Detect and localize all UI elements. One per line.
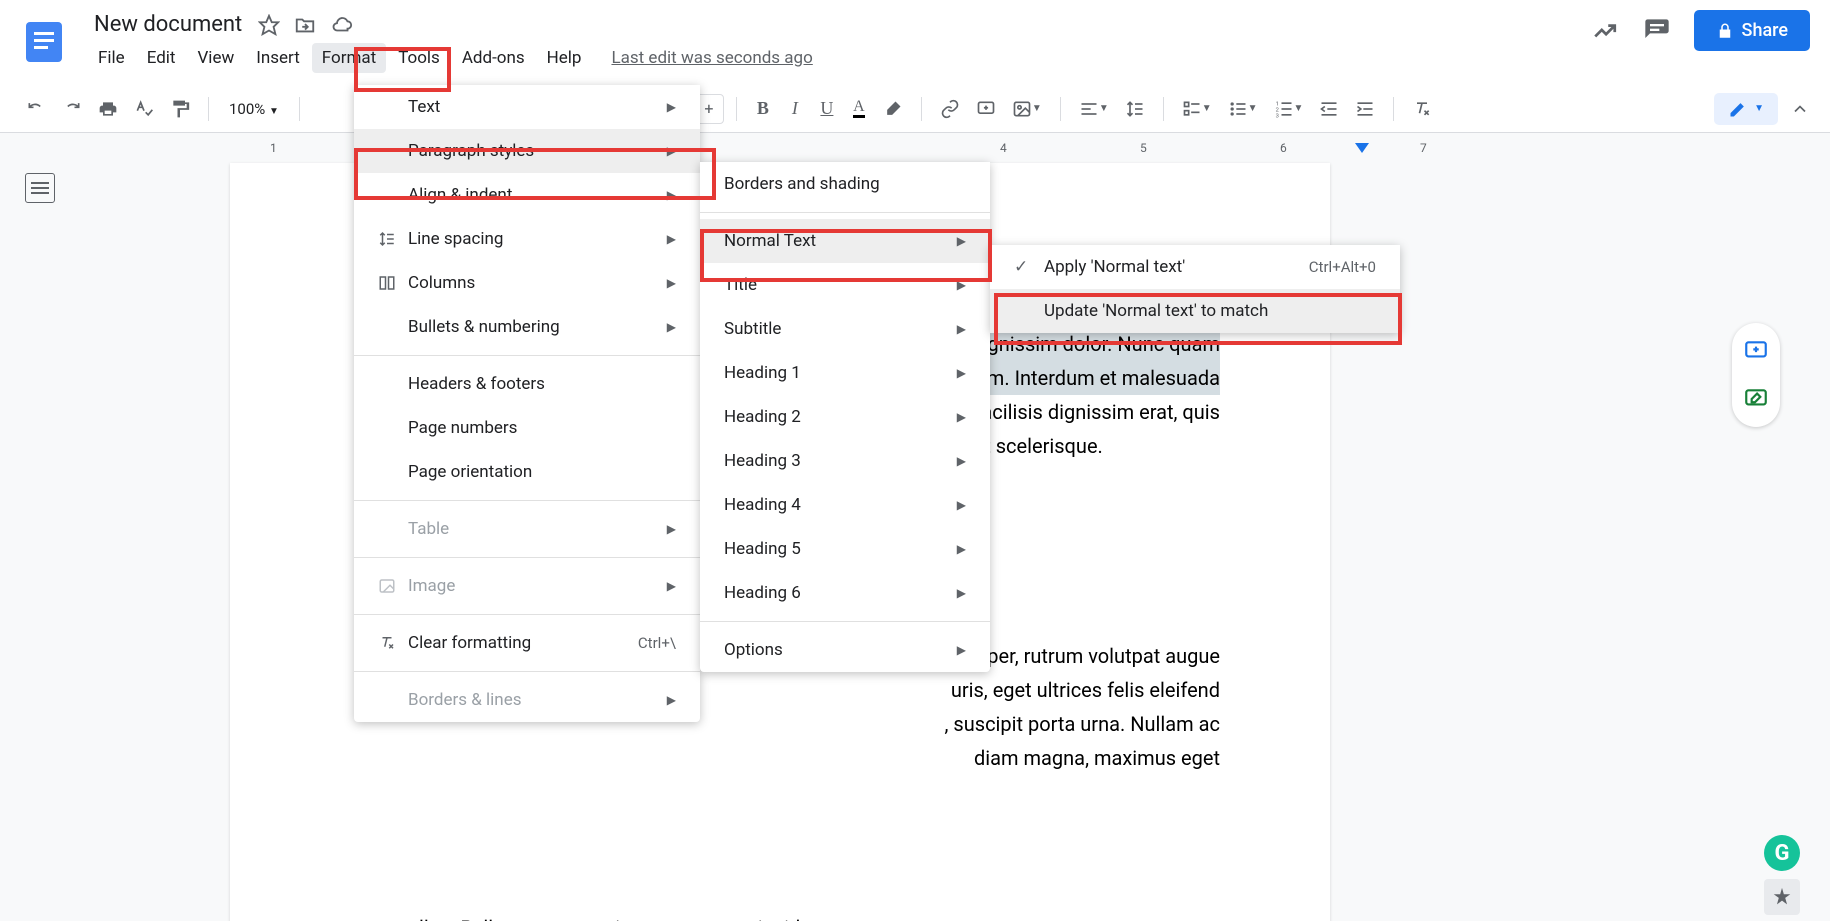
format-bullets-numbering[interactable]: Bullets & numbering▶: [354, 305, 700, 349]
line-spacing-icon: [378, 230, 408, 248]
ruler-tick: 1: [270, 141, 277, 155]
spellcheck-button[interactable]: [128, 95, 160, 123]
svg-text:3: 3: [1275, 113, 1278, 119]
ps-heading-6[interactable]: Heading 6▶: [700, 571, 990, 615]
format-page-orientation[interactable]: Page orientation: [354, 450, 700, 494]
ps-borders-shading[interactable]: Borders and shading: [700, 162, 990, 206]
bullet-list-button[interactable]: ▼: [1222, 95, 1264, 123]
menu-insert[interactable]: Insert: [246, 43, 310, 73]
highlight-button[interactable]: [877, 95, 909, 123]
format-text[interactable]: Text▶: [354, 85, 700, 129]
editing-mode-button[interactable]: ▼: [1714, 93, 1778, 125]
ps-heading-4[interactable]: Heading 4▶: [700, 483, 990, 527]
format-paragraph-styles[interactable]: Paragraph styles▶: [354, 129, 700, 173]
cloud-icon[interactable]: [330, 14, 354, 36]
zoom-select[interactable]: 100% ▼: [221, 96, 287, 122]
ps-heading-3[interactable]: Heading 3▶: [700, 439, 990, 483]
text-color-button[interactable]: A: [845, 95, 873, 123]
move-icon[interactable]: [294, 14, 316, 36]
check-icon: ✓: [1014, 257, 1044, 277]
outline-button[interactable]: [25, 173, 55, 203]
share-button[interactable]: Share: [1694, 10, 1810, 51]
paragraph-styles-dropdown: Borders and shading Normal Text▶ Title▶ …: [700, 162, 990, 672]
share-label: Share: [1742, 20, 1788, 41]
italic-button[interactable]: I: [781, 95, 809, 123]
grammarly-icon[interactable]: G: [1764, 835, 1800, 871]
align-button[interactable]: ▼: [1073, 95, 1115, 123]
activity-icon[interactable]: [1590, 16, 1620, 46]
ps-title[interactable]: Title▶: [700, 263, 990, 307]
line-spacing-button[interactable]: [1119, 95, 1151, 123]
toolbar: 100% ▼ − + B I U A ▼ ▼ ▼ ▼ 123 ▼ ▼: [0, 85, 1830, 133]
underline-button[interactable]: U: [813, 95, 841, 123]
ps-heading-1[interactable]: Heading 1▶: [700, 351, 990, 395]
ruler-tick: 6: [1280, 141, 1287, 155]
ps-normal-text[interactable]: Normal Text▶: [700, 219, 990, 263]
numbered-list-button[interactable]: 123 ▼: [1268, 95, 1310, 123]
comment-button[interactable]: [970, 95, 1002, 123]
format-align-indent[interactable]: Align & indent▶: [354, 173, 700, 217]
image-icon: [378, 577, 408, 595]
menu-tools[interactable]: Tools: [388, 43, 450, 73]
menu-help[interactable]: Help: [537, 43, 592, 73]
menu-format[interactable]: Format: [312, 43, 386, 73]
menu-addons[interactable]: Add-ons: [452, 43, 535, 73]
ruler-tick: 5: [1140, 141, 1147, 155]
menu-edit[interactable]: Edit: [137, 43, 186, 73]
bold-button[interactable]: B: [749, 95, 777, 123]
ps-options[interactable]: Options▶: [700, 628, 990, 672]
link-button[interactable]: [934, 95, 966, 123]
horizontal-ruler[interactable]: 1 4 5 6 7: [80, 133, 1830, 163]
format-table: Table▶: [354, 507, 700, 551]
columns-icon: [378, 274, 408, 292]
format-clear-formatting[interactable]: Clear formattingCtrl+\: [354, 621, 700, 665]
suggest-edit-icon[interactable]: [1742, 385, 1770, 413]
star-icon[interactable]: [258, 14, 280, 36]
format-image: Image▶: [354, 564, 700, 608]
ruler-marker[interactable]: [1355, 143, 1369, 153]
nt-apply[interactable]: ✓ Apply 'Normal text' Ctrl+Alt+0: [990, 245, 1400, 289]
menu-file[interactable]: File: [88, 43, 135, 73]
indent-button[interactable]: [1349, 95, 1381, 123]
ruler-tick: 7: [1420, 141, 1427, 155]
pencil-icon: [1728, 99, 1748, 119]
image-button[interactable]: ▼: [1006, 95, 1048, 123]
add-comment-icon[interactable]: [1742, 337, 1770, 365]
redo-button[interactable]: [56, 95, 88, 123]
format-menu-dropdown: Text▶ Paragraph styles▶ Align & indent▶ …: [354, 85, 700, 722]
outdent-button[interactable]: [1313, 95, 1345, 123]
ps-heading-2[interactable]: Heading 2▶: [700, 395, 990, 439]
ps-subtitle[interactable]: Subtitle▶: [700, 307, 990, 351]
comment-strip: [1732, 323, 1780, 427]
ps-heading-5[interactable]: Heading 5▶: [700, 527, 990, 571]
docs-logo[interactable]: [20, 18, 68, 66]
format-line-spacing[interactable]: Line spacing▶: [354, 217, 700, 261]
last-edit-link[interactable]: Last edit was seconds ago: [611, 48, 812, 68]
menu-view[interactable]: View: [187, 43, 244, 73]
print-button[interactable]: [92, 95, 124, 123]
nt-update[interactable]: Update 'Normal text' to match: [990, 289, 1400, 333]
clear-format-icon: [378, 634, 408, 652]
comments-icon[interactable]: [1642, 16, 1672, 46]
checklist-button[interactable]: ▼: [1176, 95, 1218, 123]
paint-format-button[interactable]: [164, 95, 196, 123]
lock-icon: [1716, 22, 1734, 40]
collapse-toolbar-button[interactable]: [1790, 99, 1810, 119]
format-headers-footers[interactable]: Headers & footers: [354, 362, 700, 406]
format-borders-lines: Borders & lines▶: [354, 678, 700, 722]
explore-button[interactable]: [1764, 879, 1800, 915]
ruler-tick: 4: [1000, 141, 1007, 155]
clear-format-button[interactable]: [1406, 95, 1438, 123]
document-title[interactable]: New document: [88, 10, 248, 39]
undo-button[interactable]: [20, 95, 52, 123]
normal-text-dropdown: ✓ Apply 'Normal text' Ctrl+Alt+0 Update …: [990, 245, 1400, 333]
format-page-numbers[interactable]: Page numbers: [354, 406, 700, 450]
format-columns[interactable]: Columns▶: [354, 261, 700, 305]
